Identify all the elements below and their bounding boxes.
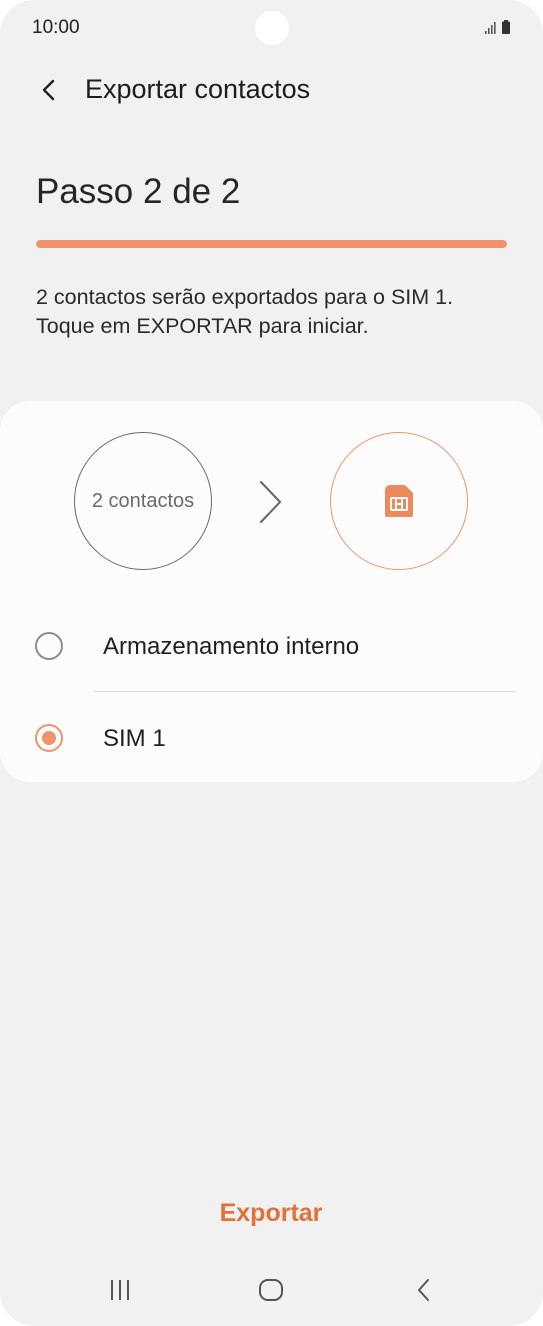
step-progress-bar: [36, 240, 507, 248]
divider: [93, 691, 516, 692]
status-bar: 10:00: [0, 0, 543, 58]
signal-icon: [485, 22, 496, 34]
screen: 10:00 Exportar contactos Passo 2 de 2 2 …: [0, 0, 543, 1326]
radio-internal-storage[interactable]: [35, 632, 63, 660]
instructions-line-2: Toque em EXPORTAR para iniciar.: [36, 314, 369, 338]
home-icon: [259, 1279, 283, 1301]
step-title: Passo 2 de 2: [36, 172, 241, 211]
front-camera-cutout: [255, 11, 289, 45]
export-button[interactable]: Exportar: [171, 1186, 371, 1240]
status-icons: [485, 20, 510, 34]
home-button[interactable]: [251, 1274, 291, 1306]
sim-card-icon: [385, 485, 413, 517]
option-sim-1[interactable]: SIM 1: [0, 694, 543, 784]
contacts-count-label: 2 contactos: [91, 489, 195, 512]
back-button[interactable]: [28, 70, 68, 110]
back-icon: [418, 1279, 429, 1301]
contacts-count-circle: 2 contactos: [74, 432, 212, 570]
app-bar: Exportar contactos: [0, 58, 543, 122]
step-progress-fill: [36, 240, 507, 248]
instructions-text: 2 contactos serão exportados para o SIM …: [36, 283, 516, 341]
instructions-line-1: 2 contactos serão exportados para o SIM …: [36, 285, 454, 309]
battery-icon: [502, 20, 510, 34]
navigation-bar: [0, 1262, 543, 1318]
back-arrow-icon: [42, 79, 55, 101]
page-title: Exportar contactos: [85, 74, 311, 104]
sim-target-circle: [330, 432, 468, 570]
nav-back-button[interactable]: [404, 1274, 444, 1306]
status-time: 10:00: [32, 17, 80, 38]
option-internal-storage[interactable]: Armazenamento interno: [0, 602, 543, 692]
export-target-card: 2 contactos Armazenamento interno SIM 1: [0, 401, 543, 782]
radio-sim-1[interactable]: [35, 724, 63, 752]
chevron-right-icon: [260, 481, 281, 523]
recents-icon: [111, 1280, 129, 1300]
recents-button[interactable]: [100, 1274, 140, 1306]
option-internal-storage-label: Armazenamento interno: [103, 633, 360, 660]
option-sim-1-label: SIM 1: [103, 725, 166, 752]
